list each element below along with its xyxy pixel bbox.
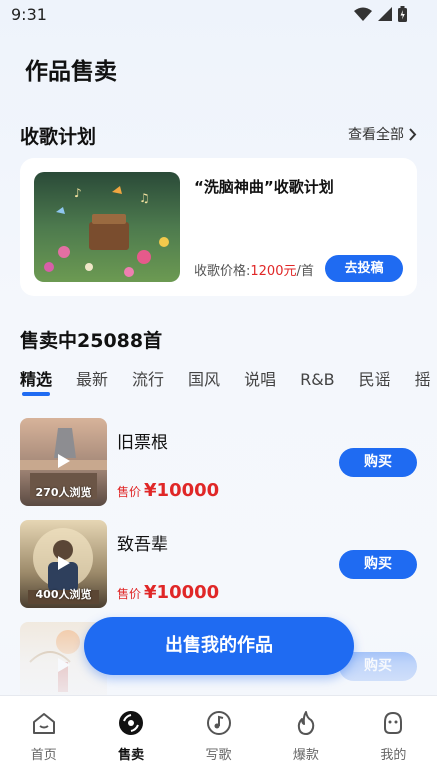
note-icon xyxy=(206,711,231,735)
song-item[interactable]: 400人浏览 致吾辈 售价 ¥10000 购买 xyxy=(20,520,417,608)
nav-item-hot[interactable]: 爆款 xyxy=(262,696,349,777)
buy-button[interactable]: 购买 xyxy=(339,448,417,477)
page-title: 作品售卖 xyxy=(25,59,117,85)
view-count: 270人浏览 xyxy=(35,486,92,499)
buy-button[interactable]: 购买 xyxy=(339,550,417,579)
plan-cover-image: ♪ ♫ xyxy=(34,172,180,282)
collect-section-title: 收歌计划 xyxy=(20,126,97,148)
submit-button[interactable]: 去投稿 xyxy=(325,255,403,282)
view-count: 400人浏览 xyxy=(35,588,92,601)
nav-label: 售卖 xyxy=(118,748,145,763)
tab-label: 精选 xyxy=(20,370,53,389)
play-icon[interactable] xyxy=(54,452,72,470)
song-price: 售价 ¥10000 xyxy=(117,480,219,501)
see-all-label: 查看全部 xyxy=(348,127,404,143)
nav-label: 写歌 xyxy=(205,748,232,763)
play-icon[interactable] xyxy=(54,554,72,572)
price-label: 售价 xyxy=(117,587,142,601)
nav-item-mine[interactable]: 我的 xyxy=(350,696,437,777)
price-value: ¥10000 xyxy=(144,582,220,603)
status-bar: 9:31 xyxy=(0,0,437,30)
plan-title: “洗脑神曲”收歌计划 xyxy=(194,178,334,196)
tab-rnb[interactable]: R&B xyxy=(300,370,335,389)
song-item[interactable]: 270人浏览 旧票根 售价 ¥10000 购买 xyxy=(20,418,417,506)
plan-price-label: 收歌价格: xyxy=(194,264,251,279)
home-icon xyxy=(32,713,55,734)
sale-section-title: 售卖中25088首 xyxy=(20,330,163,352)
tab-featured[interactable]: 精选 xyxy=(20,366,53,396)
nav-item-sale[interactable]: 售卖 xyxy=(87,696,174,777)
active-tab-indicator xyxy=(22,392,50,396)
tab-pop[interactable]: 流行 xyxy=(132,366,164,390)
tab-guofeng[interactable]: 国风 xyxy=(188,366,220,390)
fire-icon xyxy=(297,711,315,735)
nav-item-home[interactable]: 首页 xyxy=(0,696,87,777)
svg-text:♪: ♪ xyxy=(74,186,82,200)
tab-folk[interactable]: 民谣 xyxy=(359,366,391,390)
price-value: ¥10000 xyxy=(144,480,220,501)
nav-label: 首页 xyxy=(30,748,57,763)
tab-rock[interactable]: 摇 xyxy=(415,366,431,390)
disc-icon xyxy=(119,711,144,735)
plan-price-unit: /首 xyxy=(296,264,314,279)
status-icons xyxy=(354,6,407,22)
plan-price-value: 1200元 xyxy=(250,264,297,279)
nav-label: 爆款 xyxy=(292,748,319,763)
collect-plan-card[interactable]: ♪ ♫ “洗脑神曲”收歌计划 收歌价格:1200元/首 去投稿 xyxy=(20,158,417,296)
tab-rap[interactable]: 说唱 xyxy=(244,366,276,390)
category-tabs: 精选 最新 流行 国风 说唱 R&B 民谣摇 xyxy=(20,366,437,400)
svg-text:♫: ♫ xyxy=(139,191,150,205)
song-cover: 270人浏览 xyxy=(20,418,107,506)
nav-item-write[interactable]: 写歌 xyxy=(175,696,262,777)
signal-icon xyxy=(378,7,392,21)
wifi-icon xyxy=(354,7,372,21)
song-cover: 400人浏览 xyxy=(20,520,107,608)
sell-my-work-button[interactable]: 出售我的作品 xyxy=(84,617,354,675)
profile-icon xyxy=(384,711,403,734)
battery-icon xyxy=(398,6,407,22)
song-name: 旧票根 xyxy=(117,433,168,453)
plan-price: 收歌价格:1200元/首 xyxy=(194,260,314,279)
nav-label: 我的 xyxy=(380,748,407,763)
status-time: 9:31 xyxy=(11,5,47,24)
collect-section-header: 收歌计划 查看全部 xyxy=(20,122,417,148)
song-name: 致吾辈 xyxy=(117,535,168,555)
chevron-right-icon xyxy=(409,127,417,141)
song-price: 售价 ¥10000 xyxy=(117,582,219,603)
tab-latest[interactable]: 最新 xyxy=(76,366,108,390)
bottom-nav: 首页 售卖 写歌 爆款 我的 xyxy=(0,695,437,777)
price-label: 售价 xyxy=(117,485,142,499)
see-all-link[interactable]: 查看全部 xyxy=(348,124,417,144)
